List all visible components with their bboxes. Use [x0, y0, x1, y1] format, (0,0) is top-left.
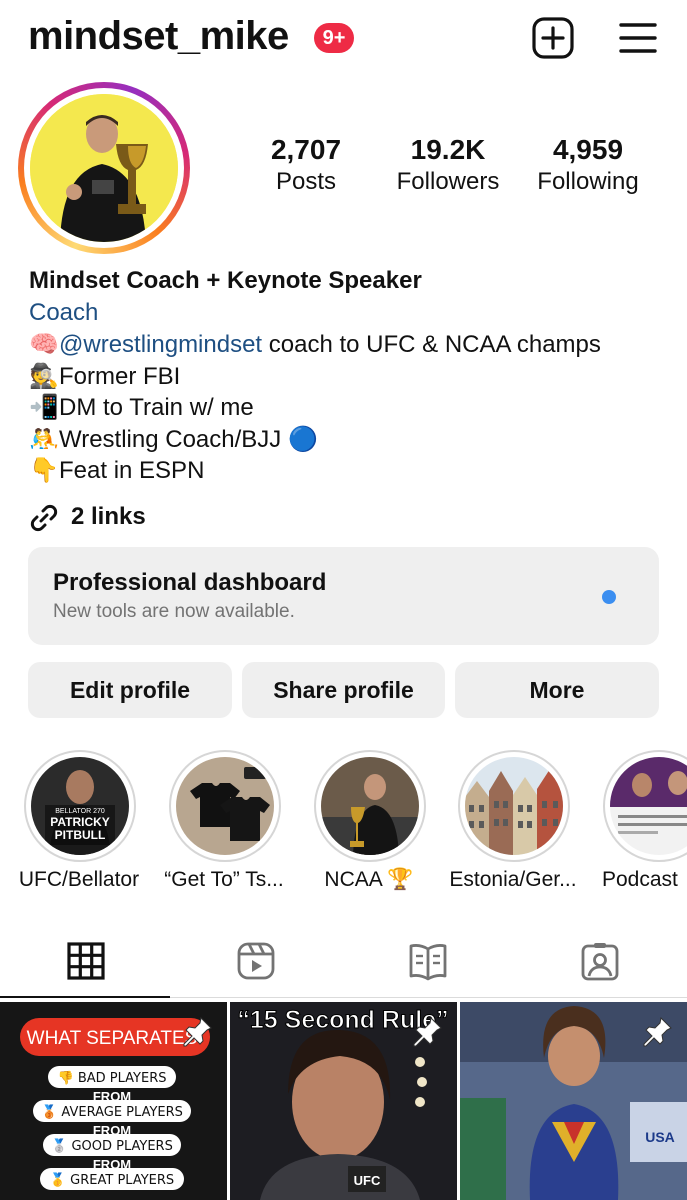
- post-headline: WHAT SEPARATES: [27, 1028, 198, 1049]
- stat-posts[interactable]: 2,707 Posts: [256, 134, 356, 196]
- highlight-label: Podcast: [602, 868, 678, 891]
- highlight-fighter-nickname: PITBULL: [55, 828, 106, 842]
- pin-icon: [181, 1014, 215, 1048]
- tab-guides[interactable]: [408, 940, 448, 982]
- highlight-label: NCAA 🏆: [324, 868, 414, 891]
- more-button[interactable]: More: [455, 662, 659, 718]
- bio-text: Feat in ESPN: [59, 457, 205, 484]
- grid-icon: [67, 942, 105, 980]
- bio-text: coach to UFC & NCAA champs: [262, 331, 601, 358]
- tab-tagged[interactable]: [580, 940, 620, 982]
- blue-circle-emoji-icon: 🔵: [287, 424, 318, 453]
- guides-icon: [409, 944, 447, 981]
- highlight-cover: BELLATOR 270 PATRICKY PITBULL: [31, 757, 129, 855]
- usa-banner-text: USA: [645, 1129, 675, 1145]
- bio-text: DM to Train w/ me: [59, 394, 254, 421]
- followers-count: 19.2K: [410, 134, 486, 165]
- professional-dashboard-card[interactable]: Professional dashboard New tools are now…: [28, 547, 659, 645]
- bio-text: Former FBI: [59, 362, 181, 390]
- post-row: 👎 BAD PLAYERS: [58, 1070, 167, 1086]
- bio-line-1: 🧠@wrestlingmindset coach to UFC & NCAA c…: [29, 329, 669, 361]
- pin-icon: [641, 1014, 675, 1048]
- highlight-label: “Get To” Ts...: [164, 868, 284, 891]
- highlight-fighter-name: PATRICKY: [50, 815, 110, 829]
- post-tile-3[interactable]: USA: [460, 1002, 687, 1200]
- edit-profile-button[interactable]: Edit profile: [28, 662, 232, 718]
- highlight-cover: [610, 757, 687, 855]
- followers-label: Followers: [396, 168, 500, 195]
- mention-link[interactable]: @wrestlingmindset: [59, 331, 262, 358]
- stat-followers[interactable]: 19.2K Followers: [388, 134, 508, 196]
- highlight-cover: [465, 757, 563, 855]
- post-row: 🥈 GOOD PLAYERS: [51, 1138, 173, 1154]
- bio-line-2: 🕵Former FBI: [29, 361, 669, 393]
- posts-label: Posts: [275, 168, 337, 195]
- ufc-logo: UFC: [354, 1173, 381, 1188]
- detective-emoji-icon: 🕵: [29, 361, 59, 390]
- wrestlers-emoji-icon: 🤼: [29, 424, 59, 453]
- avatar-photo: [30, 94, 178, 242]
- bio-section: Mindset Coach + Keynote Speaker Coach 🧠@…: [29, 265, 669, 487]
- category-label: Coach: [29, 299, 99, 326]
- bio-line-4: 🤼Wrestling Coach/BJJ 🔵: [29, 424, 669, 456]
- display-name: Mindset Coach + Keynote Speaker: [29, 267, 422, 294]
- tab-posts-grid[interactable]: [66, 940, 106, 982]
- highlight-event-text: BELLATOR 270: [55, 808, 105, 815]
- top-bar: mindset_mike 9+: [0, 0, 687, 80]
- highlight-cover: [176, 757, 274, 855]
- post-row: 🥉 AVERAGE PLAYERS: [41, 1104, 183, 1120]
- hamburger-menu-icon[interactable]: [617, 16, 661, 60]
- tab-reels[interactable]: [236, 940, 276, 982]
- dashboard-title: Professional dashboard: [53, 569, 327, 596]
- new-indicator-dot: [602, 590, 616, 604]
- links-label: 2 links: [71, 503, 146, 530]
- share-profile-button[interactable]: Share profile: [242, 662, 445, 718]
- new-post-icon[interactable]: [531, 16, 575, 60]
- tab-divider: [170, 997, 687, 998]
- post-row: 🥇 GREAT PLAYERS: [50, 1172, 174, 1188]
- notification-badge[interactable]: 9+: [314, 23, 354, 53]
- link-icon: [30, 504, 58, 532]
- highlight-label: Estonia/Ger...: [449, 868, 577, 891]
- highlight-cover: [321, 757, 419, 855]
- post-tile-2[interactable]: “15 Second Rule” UFC: [230, 1002, 457, 1200]
- dashboard-subtitle: New tools are now available.: [53, 601, 295, 622]
- following-label: Following: [537, 168, 639, 195]
- pin-icon: [411, 1014, 445, 1048]
- post-tile-1[interactable]: WHAT SEPARATES 👎 BAD PLAYERS FROM 🥉 AVER…: [0, 1002, 227, 1200]
- profile-page: mindset_mike 9+ 2,707 Posts 19.2K Follow…: [0, 0, 687, 1200]
- username-title[interactable]: mindset_mike: [28, 14, 289, 59]
- highlight-label: UFC/Bellator: [18, 868, 140, 891]
- profile-avatar[interactable]: [18, 82, 190, 254]
- brain-emoji-icon: 🧠: [29, 330, 59, 358]
- following-count: 4,959: [552, 134, 624, 165]
- bio-line-3: 📲DM to Train w/ me: [29, 392, 669, 424]
- tagged-icon: [581, 943, 619, 981]
- bio-line-5: 👇Feat in ESPN: [29, 455, 669, 487]
- bio-text: Wrestling Coach/BJJ: [59, 425, 288, 453]
- reels-icon: [237, 942, 275, 980]
- phone-arrow-emoji-icon: 📲: [29, 393, 59, 421]
- active-tab-indicator: [0, 996, 170, 998]
- posts-count: 2,707: [270, 134, 342, 165]
- pointing-down-emoji-icon: 👇: [29, 456, 59, 484]
- stat-following[interactable]: 4,959 Following: [530, 134, 646, 196]
